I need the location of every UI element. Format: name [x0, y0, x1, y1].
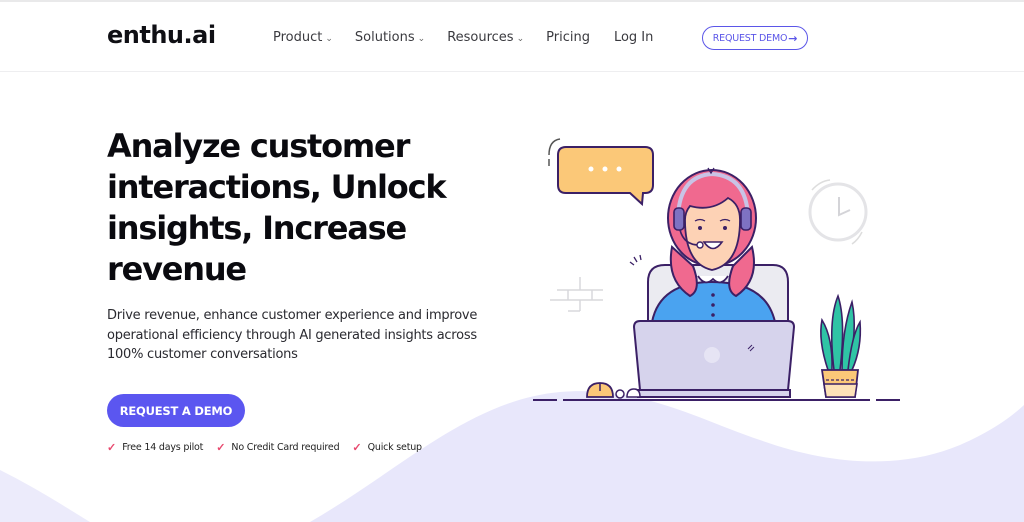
chat-bubble-icon: [548, 138, 654, 207]
nav-label: Resources: [447, 30, 514, 45]
nav-item-pricing[interactable]: Pricing: [546, 30, 590, 45]
feature-item: ✓ Quick setup: [352, 441, 422, 454]
nav-item-solutions[interactable]: Solutions ⌄: [355, 30, 425, 45]
sparkle-icon: [629, 254, 642, 266]
hero-illustration: [533, 138, 900, 401]
feature-list: ✓ Free 14 days pilot ✓ No Credit Card re…: [107, 441, 435, 454]
feature-item: ✓ No Credit Card required: [216, 441, 339, 454]
request-a-demo-button[interactable]: REQUEST A DEMO: [107, 394, 245, 427]
plant-icon: [820, 293, 862, 398]
check-icon: ✓: [107, 442, 117, 454]
feature-label: Free 14 days pilot: [122, 442, 204, 453]
hero-title: Analyze customer interactions, Unlock in…: [107, 127, 447, 288]
check-icon: ✓: [352, 442, 362, 454]
headset-icon: [673, 207, 685, 231]
clock-icon: [808, 179, 868, 245]
logo[interactable]: enthu.ai: [107, 21, 216, 49]
feature-label: No Credit Card required: [231, 442, 340, 453]
check-icon: ✓: [216, 442, 226, 454]
nav-item-login[interactable]: Log In: [614, 30, 653, 45]
nav-item-product[interactable]: Product ⌄: [273, 30, 333, 45]
nav-item-resources[interactable]: Resources ⌄: [447, 30, 524, 45]
request-demo-header-button[interactable]: REQUEST DEMO →: [702, 26, 808, 50]
main-nav: Product ⌄ Solutions ⌄ Resources ⌄ Pricin…: [273, 30, 677, 45]
brick-wall-icon: [550, 277, 603, 312]
site-header: enthu.ai Product ⌄ Solutions ⌄ Resources…: [0, 2, 1024, 72]
chevron-down-icon: ⌄: [516, 33, 525, 44]
chevron-down-icon: ⌄: [325, 33, 333, 44]
feature-label: Quick setup: [367, 442, 422, 453]
feature-item: ✓ Free 14 days pilot: [107, 441, 203, 454]
arrow-right-icon: →: [788, 31, 798, 45]
chevron-down-icon: ⌄: [417, 33, 426, 44]
hero-subtitle: Drive revenue, enhance customer experien…: [107, 308, 478, 362]
request-demo-label: REQUEST DEMO: [712, 32, 788, 44]
nav-label: Solutions: [354, 30, 415, 45]
nav-label: Product: [273, 30, 323, 45]
nav-label: Pricing: [546, 30, 590, 45]
nav-label: Log In: [613, 30, 654, 45]
